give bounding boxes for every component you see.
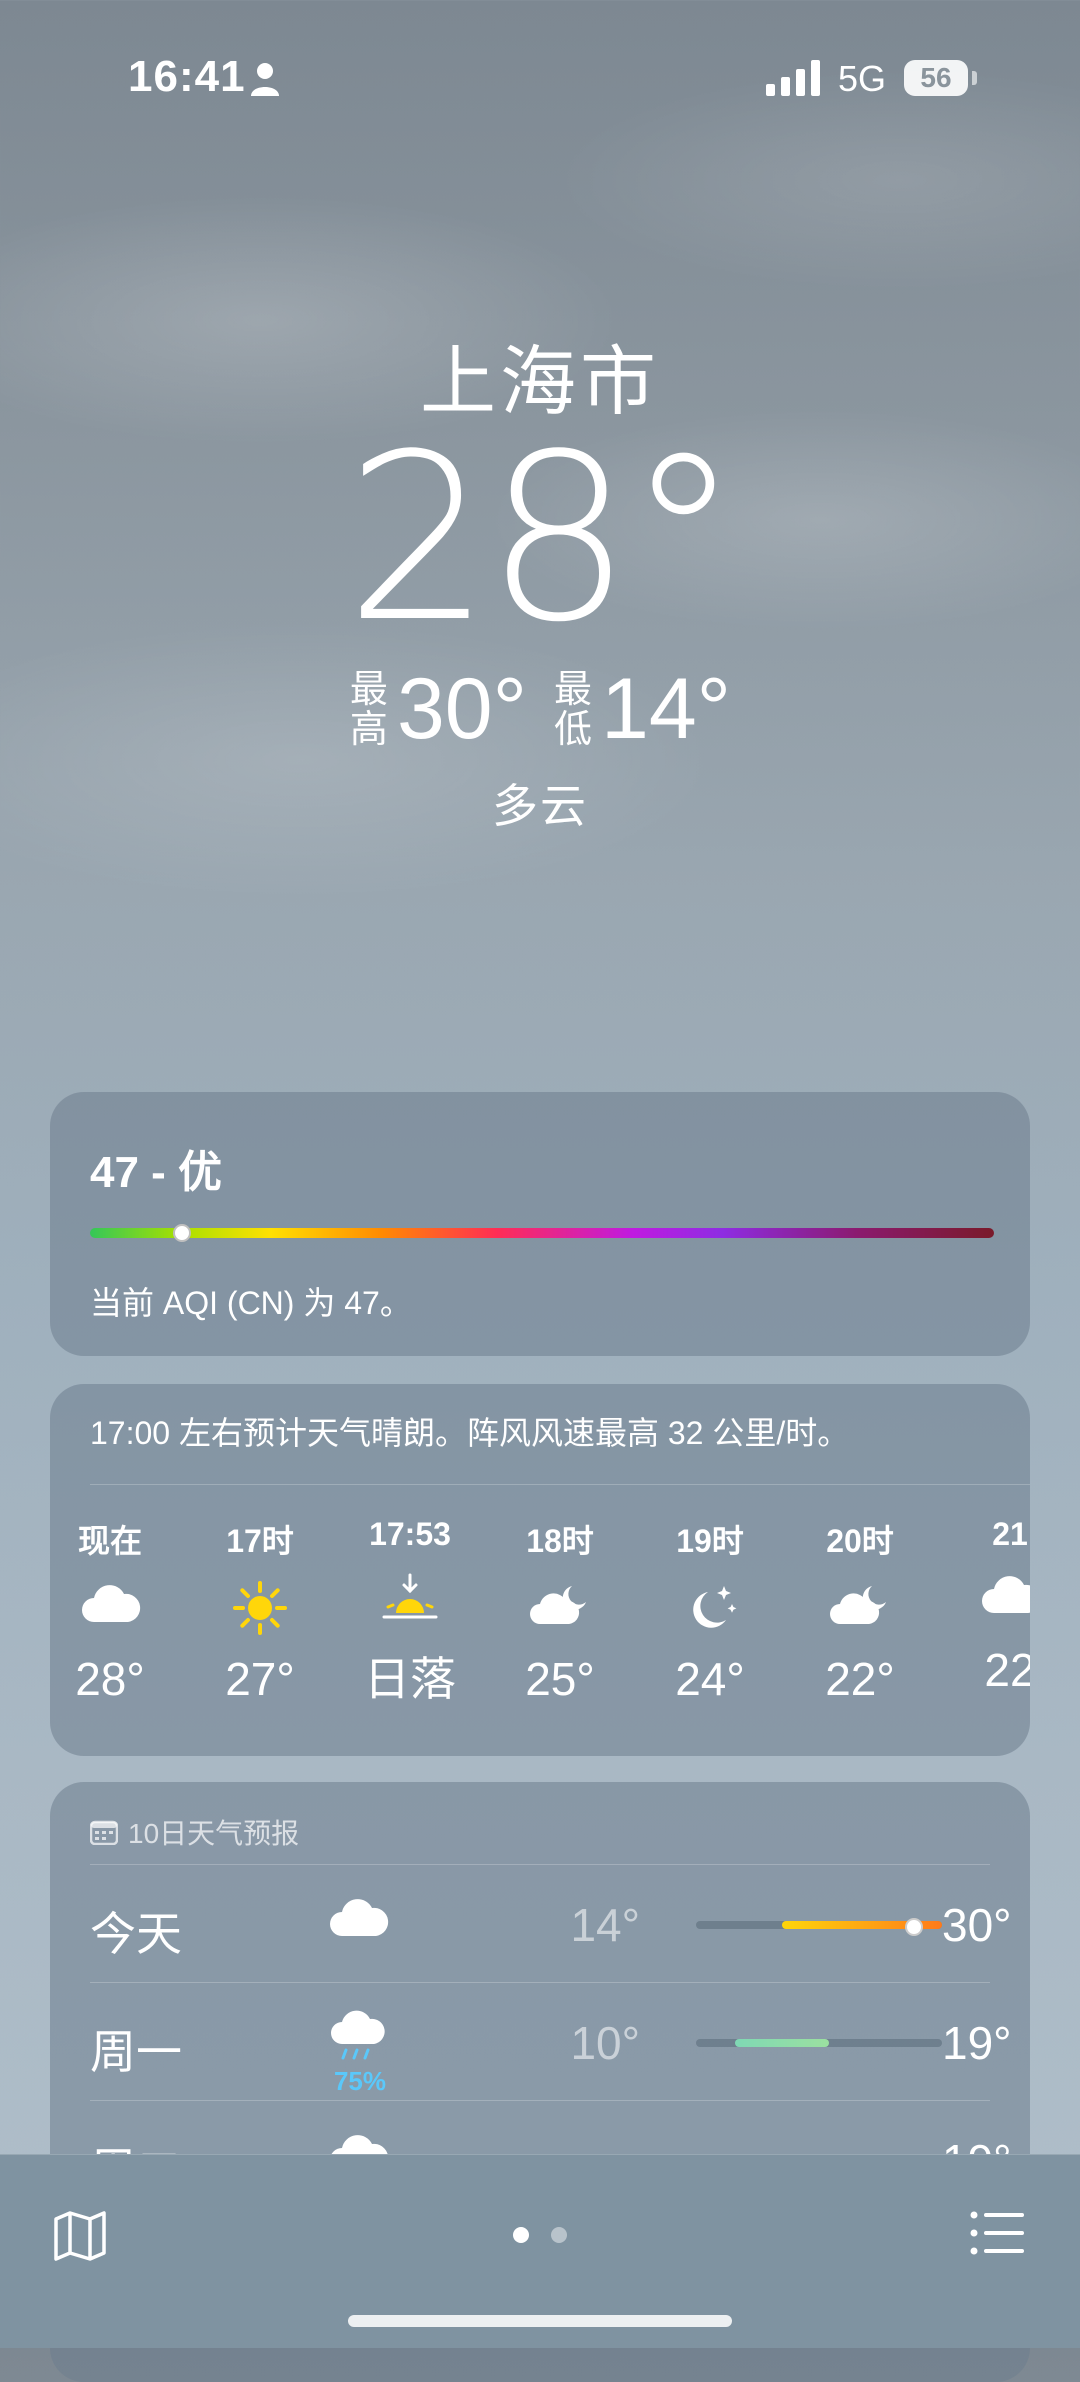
daily-title: 10日天气预报 <box>128 1818 300 1849</box>
temperature-range-bar <box>696 2039 942 2047</box>
calendar-icon <box>90 1820 118 1845</box>
aqi-description: 当前 AQI (CN) 为 47。 <box>90 1285 412 1321</box>
hour-temperature: 22° <box>825 1653 895 1705</box>
hour-label: 19时 <box>676 1523 744 1559</box>
hour-temperature: 24° <box>675 1653 745 1705</box>
day-name: 今天 <box>90 1908 182 1960</box>
hour-temperature: 22 <box>984 1644 1030 1696</box>
bottom-toolbar <box>0 2154 1080 2348</box>
hourly-item: 17:53 日落 <box>340 1516 480 1709</box>
daily-row[interactable]: 周一 75% 10° 19° <box>90 1982 1012 2100</box>
hourly-item: 21 22 <box>940 1516 1030 1697</box>
aqi-scale-bar <box>90 1228 994 1238</box>
hour-temperature: 日落 <box>364 1653 456 1705</box>
high-label: 最 高 <box>349 668 388 751</box>
day-high: 30° <box>942 1899 1012 1951</box>
list-icon[interactable] <box>970 2209 1024 2257</box>
hourly-item: 现在 28° <box>50 1516 180 1706</box>
person-icon <box>251 63 279 96</box>
cloud-moon-icon <box>528 1578 592 1638</box>
home-indicator[interactable] <box>348 2315 732 2327</box>
cloud-icon <box>326 1892 390 1948</box>
current-temperature: 28° <box>345 406 741 673</box>
temperature-range-fill <box>735 2039 829 2047</box>
daily-header: 10日天气预报 <box>90 1812 299 1852</box>
cloud-icon <box>978 1569 1030 1629</box>
high-temperature: 30° <box>396 661 527 757</box>
network-type: 5G <box>838 58 887 99</box>
current-temp-marker <box>905 1918 924 1936</box>
current-weather: 上海市 28° 最 高 30° 最 低 14° 多云 <box>0 320 1080 832</box>
hour-temperature: 27° <box>225 1653 295 1705</box>
condition-text: 多云 <box>492 780 588 832</box>
page-dot[interactable] <box>551 2227 567 2243</box>
hour-temperature: 25° <box>525 1653 595 1705</box>
day-low: 14° <box>570 1899 640 1951</box>
hour-label: 18时 <box>526 1523 594 1559</box>
battery-icon: 56 <box>904 60 968 96</box>
aqi-value: 47 - 优 <box>90 1148 223 1197</box>
cloud-moon-icon <box>828 1578 892 1638</box>
temperature-range-bar <box>696 1918 942 1936</box>
sunset-icon <box>378 1569 442 1629</box>
hour-temperature: 28° <box>75 1653 145 1705</box>
status-time: 16:41 <box>128 52 246 101</box>
status-bar: 16:41 5G 56 <box>0 0 1080 160</box>
signal-icon <box>766 60 820 96</box>
hourly-item: 17时 27° <box>190 1516 330 1706</box>
hourly-forecast-card[interactable]: 17:00 左右预计天气晴朗。阵风风速最高 32 公里/时。 现在 28° 17时 2… <box>50 1384 1030 1756</box>
hour-label: 17:53 <box>369 1516 451 1552</box>
moon-stars-icon <box>678 1578 742 1638</box>
hourly-summary: 17:00 左右预计天气晴朗。阵风风速最高 32 公里/时。 <box>90 1415 850 1451</box>
hourly-item: 18时 25° <box>490 1516 630 1706</box>
battery-tip <box>972 71 977 85</box>
hour-label: 现在 <box>77 1523 142 1559</box>
precipitation-chance: 75% <box>333 2066 387 2096</box>
hour-label: 17时 <box>226 1523 294 1559</box>
page-dot[interactable] <box>513 2227 529 2243</box>
page-indicator[interactable] <box>0 2227 1080 2243</box>
aqi-indicator <box>173 1224 192 1242</box>
day-low: 10° <box>570 2017 640 2069</box>
divider <box>90 1484 1030 1485</box>
sun-icon <box>228 1578 292 1638</box>
hour-label: 20时 <box>826 1523 894 1559</box>
daily-row[interactable]: 今天 14° 30° <box>90 1864 1012 1982</box>
hourly-item: 19时 24° <box>640 1516 780 1706</box>
day-high: 19° <box>942 2017 1012 2069</box>
day-name: 周一 <box>90 2026 182 2078</box>
hourly-item: 20时 22° <box>790 1516 930 1706</box>
cloud-icon <box>78 1578 142 1638</box>
low-label: 最 低 <box>553 668 592 751</box>
aqi-card[interactable]: 47 - 优 当前 AQI (CN) 为 47。 <box>50 1092 1030 1356</box>
low-temperature: 14° <box>601 661 732 757</box>
high-low: 最 高 30° 最 低 14° <box>0 660 1080 759</box>
hour-label: 21 <box>992 1516 1028 1552</box>
cloud-rain-icon <box>326 2010 390 2066</box>
